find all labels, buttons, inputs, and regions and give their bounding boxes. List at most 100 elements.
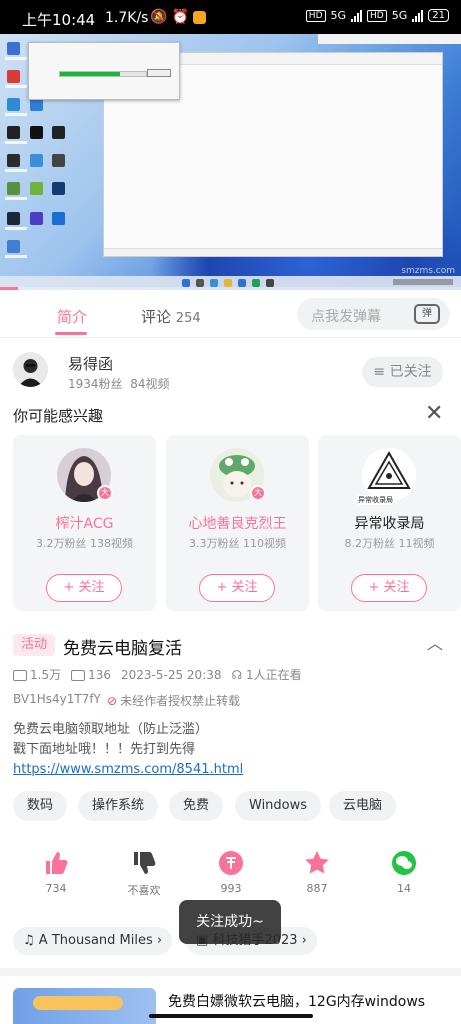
video-description: 免费云电脑领取地址（防止泛滥） 戳下面地址哦！！！先打到先得 https://w…	[13, 720, 243, 780]
thumb-up-icon	[26, 850, 86, 876]
danmaku-input[interactable]: 点我发弹幕	[297, 298, 407, 330]
copy-dialog	[28, 42, 180, 100]
video-player[interactable]: smzms.com	[0, 34, 461, 290]
system-tray	[393, 279, 453, 285]
video-stats: 1.5万 136 2023-5-25 20:38 ☊ 1人正在看	[13, 666, 302, 683]
tab-comments-label: 评论	[141, 308, 172, 326]
hd-icon: HD	[367, 9, 387, 22]
danmaku-count-icon	[71, 669, 86, 681]
desc-line: 免费云电脑领取地址（防止泛滥）	[13, 722, 209, 737]
danmaku-icon: 弹	[414, 304, 440, 324]
play-icon	[13, 670, 27, 681]
tag-chip[interactable]: 操作系统	[78, 791, 159, 821]
recommend-title: 你可能感兴趣	[13, 407, 104, 425]
toast-message: 关注成功~	[179, 900, 281, 944]
recommend-logo-text: 异常收录局	[358, 495, 393, 505]
notification-icons: 🔕⏰	[150, 9, 206, 25]
signal-icon	[412, 9, 424, 22]
related-thumbnail[interactable]	[13, 988, 156, 1024]
danmaku-count: 136	[71, 668, 111, 682]
recommend-card[interactable]: 异常收录局 异常收录局 8.2万粉丝 11视频 + 关注	[318, 435, 461, 611]
alarm-icon: ⏰	[171, 9, 193, 25]
play-count: 1.5万	[13, 666, 61, 683]
recommend-stats: 3.3万粉丝 110视频	[189, 537, 286, 550]
verified-badge: 大	[250, 485, 266, 501]
tab-comments-count: 254	[175, 311, 201, 326]
close-icon[interactable]: ✕	[425, 401, 443, 426]
coin-button[interactable]: 993	[201, 850, 261, 895]
video-watermark: smzms.com	[401, 266, 455, 276]
uploader-fans: 1934粉丝	[68, 377, 123, 391]
mute-icon: 🔕	[150, 9, 172, 25]
thumb-down-icon	[114, 850, 174, 876]
recommend-stats: 8.2万粉丝 11视频	[344, 537, 435, 550]
dislike-button[interactable]: 不喜欢	[114, 850, 174, 898]
recommend-name[interactable]: 榨汁ACG	[13, 513, 156, 533]
recommend-stats: 3.2万粉丝 138视频	[36, 537, 133, 550]
dialog-button	[147, 69, 171, 77]
bvid: BV1Hs4y1T7fY	[13, 692, 101, 706]
wechat-icon	[374, 850, 434, 876]
uploader-avatar[interactable]	[13, 352, 48, 387]
tab-bar: 简介 评论 254 点我发弹幕 弹	[0, 290, 461, 338]
dialog-progress-fill	[60, 72, 121, 76]
recommend-avatar[interactable]	[362, 448, 416, 502]
chevron-right-icon: ›	[156, 933, 163, 948]
viewers-icon: ☊	[231, 668, 243, 682]
section-divider	[0, 968, 461, 976]
reprint-notice: ⊘ 未经作者授权禁止转载	[107, 694, 241, 708]
tag-chip[interactable]: Windows	[235, 791, 322, 821]
music-title: A Thousand Miles	[38, 933, 153, 948]
5g-label: 5G	[330, 9, 347, 22]
desc-link[interactable]: https://www.smzms.com/8541.html	[13, 762, 243, 777]
follow-button[interactable]: + 关注	[351, 574, 427, 602]
app-notification-icon	[192, 10, 206, 24]
video-title: 免费云电脑复活	[63, 639, 182, 659]
follow-button[interactable]: + 关注	[199, 574, 275, 602]
uploader-stats: 1934粉丝 84视频	[68, 375, 169, 392]
5g-label: 5G	[391, 9, 408, 22]
tab-intro[interactable]: 简介	[57, 306, 87, 327]
related-title[interactable]: 免费白嫖微软云电脑，12G内存windows	[168, 991, 425, 1011]
signal-icon	[351, 9, 363, 22]
watching-now: ☊ 1人正在看	[231, 668, 302, 682]
uploader-videos: 84视频	[130, 377, 170, 391]
uploader-name[interactable]: 易得函	[68, 353, 113, 374]
clock: 上午10:44	[22, 11, 96, 29]
tab-indicator	[55, 332, 87, 335]
hd-icon: HD	[305, 9, 326, 22]
publish-date: 2023-5-25 20:38	[121, 667, 222, 682]
follow-button[interactable]: + 关注	[46, 574, 122, 602]
recommend-card[interactable]: 大 榨汁ACG 3.2万粉丝 138视频 + 关注	[13, 435, 156, 611]
followed-button[interactable]: ≡ 已关注	[362, 357, 443, 387]
battery-icon: 21	[428, 9, 449, 22]
music-pill[interactable]: ♫ A Thousand Miles ›	[13, 927, 173, 955]
recommend-name[interactable]: 异常收录局	[318, 513, 461, 533]
recommend-card[interactable]: 大 心地善良克烈王 3.3万粉丝 110视频 + 关注	[166, 435, 309, 611]
dialog-progress-bar	[59, 71, 147, 77]
status-bar: 上午10:44 1.7K/s 🔕⏰ HD 5G HD 5G 21	[0, 0, 461, 34]
like-button[interactable]: 734	[26, 850, 86, 895]
activity-tag[interactable]: 活动	[13, 634, 56, 656]
danmaku-toggle-button[interactable]: 弹	[405, 298, 450, 330]
window-statusbar	[104, 248, 442, 256]
star-icon	[287, 850, 347, 876]
favorite-button[interactable]: 887	[287, 850, 347, 895]
verified-badge: 大	[97, 485, 113, 501]
tag-chip[interactable]: 免费	[169, 791, 224, 821]
music-note-icon: ♫	[23, 933, 35, 948]
toolbar-strip	[318, 34, 461, 44]
coin-icon	[201, 850, 261, 876]
chevron-up-icon[interactable]: ︿	[427, 630, 443, 654]
tag-chip[interactable]: 云电脑	[329, 791, 397, 821]
chevron-right-icon: ›	[301, 933, 307, 948]
network-speed: 1.7K/s	[105, 10, 149, 26]
tag-chip[interactable]: 数码	[13, 791, 68, 821]
tab-comments[interactable]: 评论 254	[141, 306, 201, 327]
thumbnail-banner	[33, 996, 123, 1010]
menu-icon: ≡	[373, 364, 386, 380]
recommend-name[interactable]: 心地善良克烈王	[166, 513, 309, 533]
system-indicators: HD 5G HD 5G 21	[305, 9, 449, 22]
home-indicator[interactable]	[149, 1014, 313, 1018]
share-button[interactable]: 14	[374, 850, 434, 895]
